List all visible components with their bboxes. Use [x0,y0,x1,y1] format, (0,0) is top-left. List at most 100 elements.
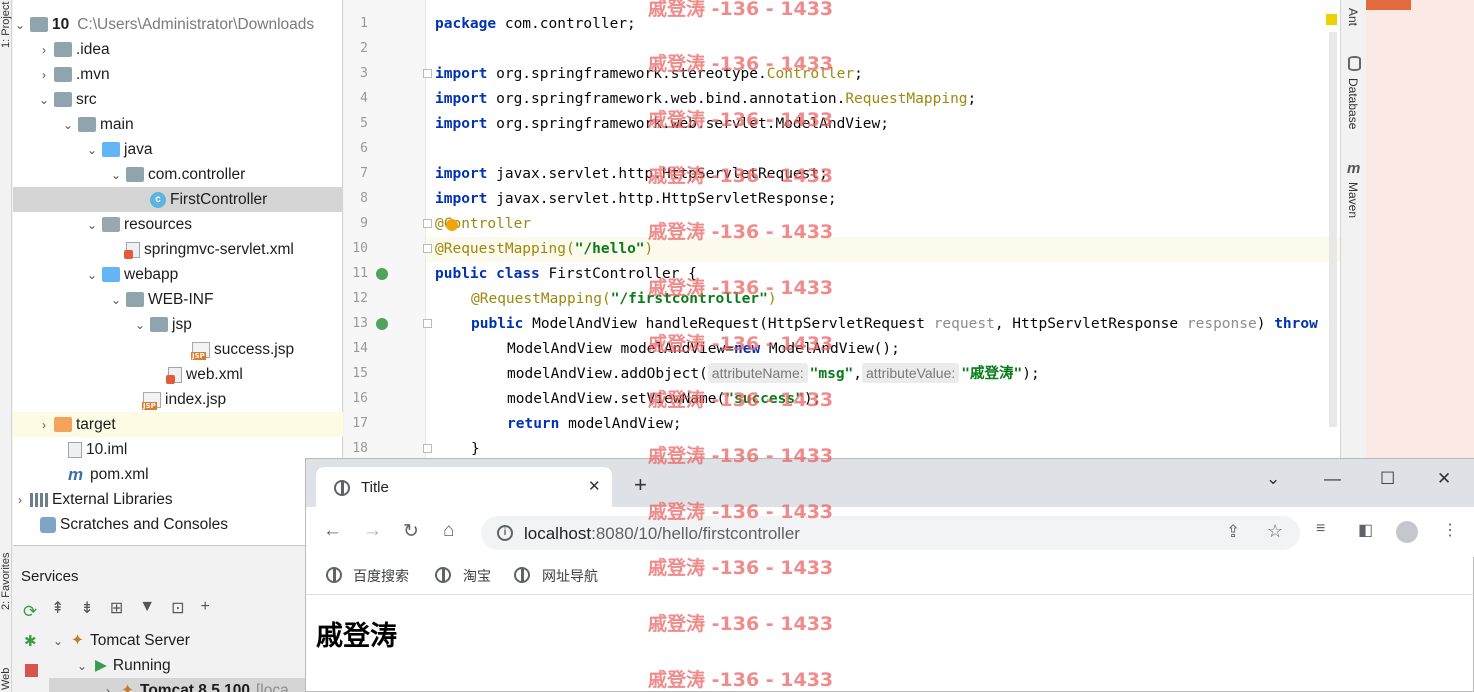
ant-tool-button[interactable]: Ant [1346,8,1360,26]
bookmark-item[interactable]: 网址导航 [542,566,598,586]
new-tab-icon[interactable]: ⊡ [171,598,184,618]
favorites-tool-button[interactable]: 2: Favorites [0,553,12,610]
debug-icon[interactable]: ✱ [24,632,37,650]
tree-item-java[interactable]: ⌄ java [13,137,343,162]
filter-icon[interactable]: ▼ [139,598,155,618]
maven-tool-button[interactable]: Maven [1346,182,1360,218]
chevron-right-icon[interactable]: › [37,43,51,57]
forward-icon[interactable]: → [363,520,382,542]
chevron-down-icon[interactable]: ⌄ [51,634,65,648]
reading-list-icon[interactable]: ≡ [1316,520,1325,538]
tree-item-firstcontroller[interactable]: c FirstController [13,187,343,212]
chevron-down-icon[interactable]: ⌄ [13,18,27,32]
rerun-icon[interactable]: ⟳ [23,602,37,622]
chevron-down-icon[interactable]: ⌄ [61,118,75,132]
collapse-all-icon[interactable]: ⇟ [80,598,93,618]
bookmark-item[interactable]: 淘宝 [463,566,491,586]
tree-item-jsp[interactable]: ⌄ jsp [13,312,343,337]
chevron-down-icon[interactable]: ⌄ [133,318,147,332]
chevron-right-icon[interactable]: › [37,68,51,82]
group-icon[interactable]: ⊞ [110,598,123,618]
profile-avatar[interactable] [1396,521,1418,543]
bookmark-star-icon[interactable]: ☆ [1267,521,1283,542]
chevron-right-icon[interactable]: › [37,418,51,432]
tree-item-success-jsp[interactable]: success.jsp [13,337,343,362]
inspection-status-icon[interactable] [1326,14,1337,25]
tree-item-scratches[interactable]: Scratches and Consoles [13,512,343,537]
fold-icon[interactable] [423,319,432,328]
tree-item-springmvc-xml[interactable]: springmvc-servlet.xml [13,237,343,262]
chevron-down-icon[interactable]: ⌄ [75,659,89,673]
code-line-15: modelAndView.addObject(attributeName: "ms… [507,363,1040,383]
expand-all-icon[interactable]: ⇞ [51,598,64,618]
fold-icon[interactable] [423,69,432,78]
fold-icon[interactable] [423,444,432,453]
tree-item-target[interactable]: › target [13,412,343,437]
watermark: 戚登涛 -136 - 1433 [648,109,834,131]
site-info-icon[interactable]: i [497,525,513,541]
line-number: 5 [360,116,368,131]
close-tab-icon[interactable]: ✕ [588,477,601,495]
chevron-down-icon[interactable]: ⌄ [85,218,99,232]
spring-bean-icon[interactable] [376,318,388,330]
tree-item-iml[interactable]: 10.iml [13,437,343,462]
home-icon[interactable]: ⌂ [443,520,454,542]
editor-scrollbar[interactable] [1329,32,1337,427]
reload-icon[interactable]: ↻ [403,520,419,543]
tree-item-resources[interactable]: ⌄ resources [13,212,343,237]
chevron-down-icon[interactable]: ⌄ [109,293,123,307]
add-service-icon[interactable]: + [200,598,209,618]
tree-item-pom[interactable]: m pom.xml [13,462,343,487]
database-tool-button[interactable]: Database [1346,78,1360,129]
tree-item-root[interactable]: ⌄ 10 C:\Users\Administrator\Downloads [13,12,343,37]
tree-item-index-jsp[interactable]: index.jsp [13,387,343,412]
background-accent [1366,0,1411,10]
watermark: 戚登涛 -136 - 1433 [648,501,834,523]
chevron-down-icon[interactable]: ⌄ [85,268,99,282]
menu-icon[interactable]: ⋮ [1442,520,1458,540]
code-editor[interactable]: 1 2 3 4 5 6 7 8 9 10 11 12 13 14 15 16 1… [344,0,1340,460]
share-icon[interactable]: ⇪ [1226,522,1240,542]
intention-bulb-icon[interactable] [446,219,458,231]
new-tab-button[interactable]: + [634,474,647,496]
bookmark-item[interactable]: 百度搜索 [353,566,409,586]
spring-bean-icon[interactable] [376,268,388,280]
fold-icon[interactable] [423,244,432,253]
tab-search-icon[interactable]: ⌄ [1266,469,1280,489]
address-bar[interactable]: i localhost:8080/10/hello/firstcontrolle… [481,516,1300,550]
tree-item-external-libraries[interactable]: › External Libraries [13,487,343,512]
code-line-17: return modelAndView; [507,416,682,432]
background-window [1366,0,1474,460]
service-tomcat-instance[interactable]: › ✦ Tomcat 8.5.100 [loca [49,678,343,692]
tree-item-web-xml[interactable]: web.xml [13,362,343,387]
parameter-hint: attributeValue: [862,363,960,383]
tree-item-mvn[interactable]: › .mvn [13,62,343,87]
chevron-right-icon[interactable]: › [101,684,115,692]
minimize-icon[interactable]: — [1324,469,1341,489]
web-tool-button[interactable]: Web [0,668,12,690]
parameter-hint: attributeName: [707,363,808,383]
chevron-down-icon[interactable]: ⌄ [37,93,51,107]
tree-item-package[interactable]: ⌄ com.controller [13,162,343,187]
url-text[interactable]: localhost:8080/10/hello/firstcontroller [524,524,800,544]
service-running[interactable]: ⌄ ▶ Running [75,653,171,678]
back-icon[interactable]: ← [323,520,342,542]
chevron-down-icon[interactable]: ⌄ [109,168,123,182]
maximize-icon[interactable]: ☐ [1380,469,1395,489]
project-tool-button[interactable]: 1: Project [0,2,12,48]
side-panel-icon[interactable]: ◧ [1358,520,1373,540]
tree-item-src[interactable]: ⌄ src [13,87,343,112]
service-tomcat-server[interactable]: ⌄ ✦ Tomcat Server [51,628,190,653]
xml-file-icon [124,241,140,259]
watermark: 戚登涛 -136 - 1433 [648,669,834,691]
close-window-icon[interactable]: ✕ [1437,469,1451,489]
tree-item-webapp[interactable]: ⌄ webapp [13,262,343,287]
tree-item-idea[interactable]: › .idea [13,37,343,62]
chevron-down-icon[interactable]: ⌄ [85,143,99,157]
chevron-right-icon[interactable]: › [13,493,27,507]
fold-icon[interactable] [423,219,432,228]
browser-tab[interactable]: Title ✕ [316,467,612,507]
stop-icon[interactable] [25,664,38,677]
tree-item-main[interactable]: ⌄ main [13,112,343,137]
tree-item-webinf[interactable]: ⌄ WEB-INF [13,287,343,312]
